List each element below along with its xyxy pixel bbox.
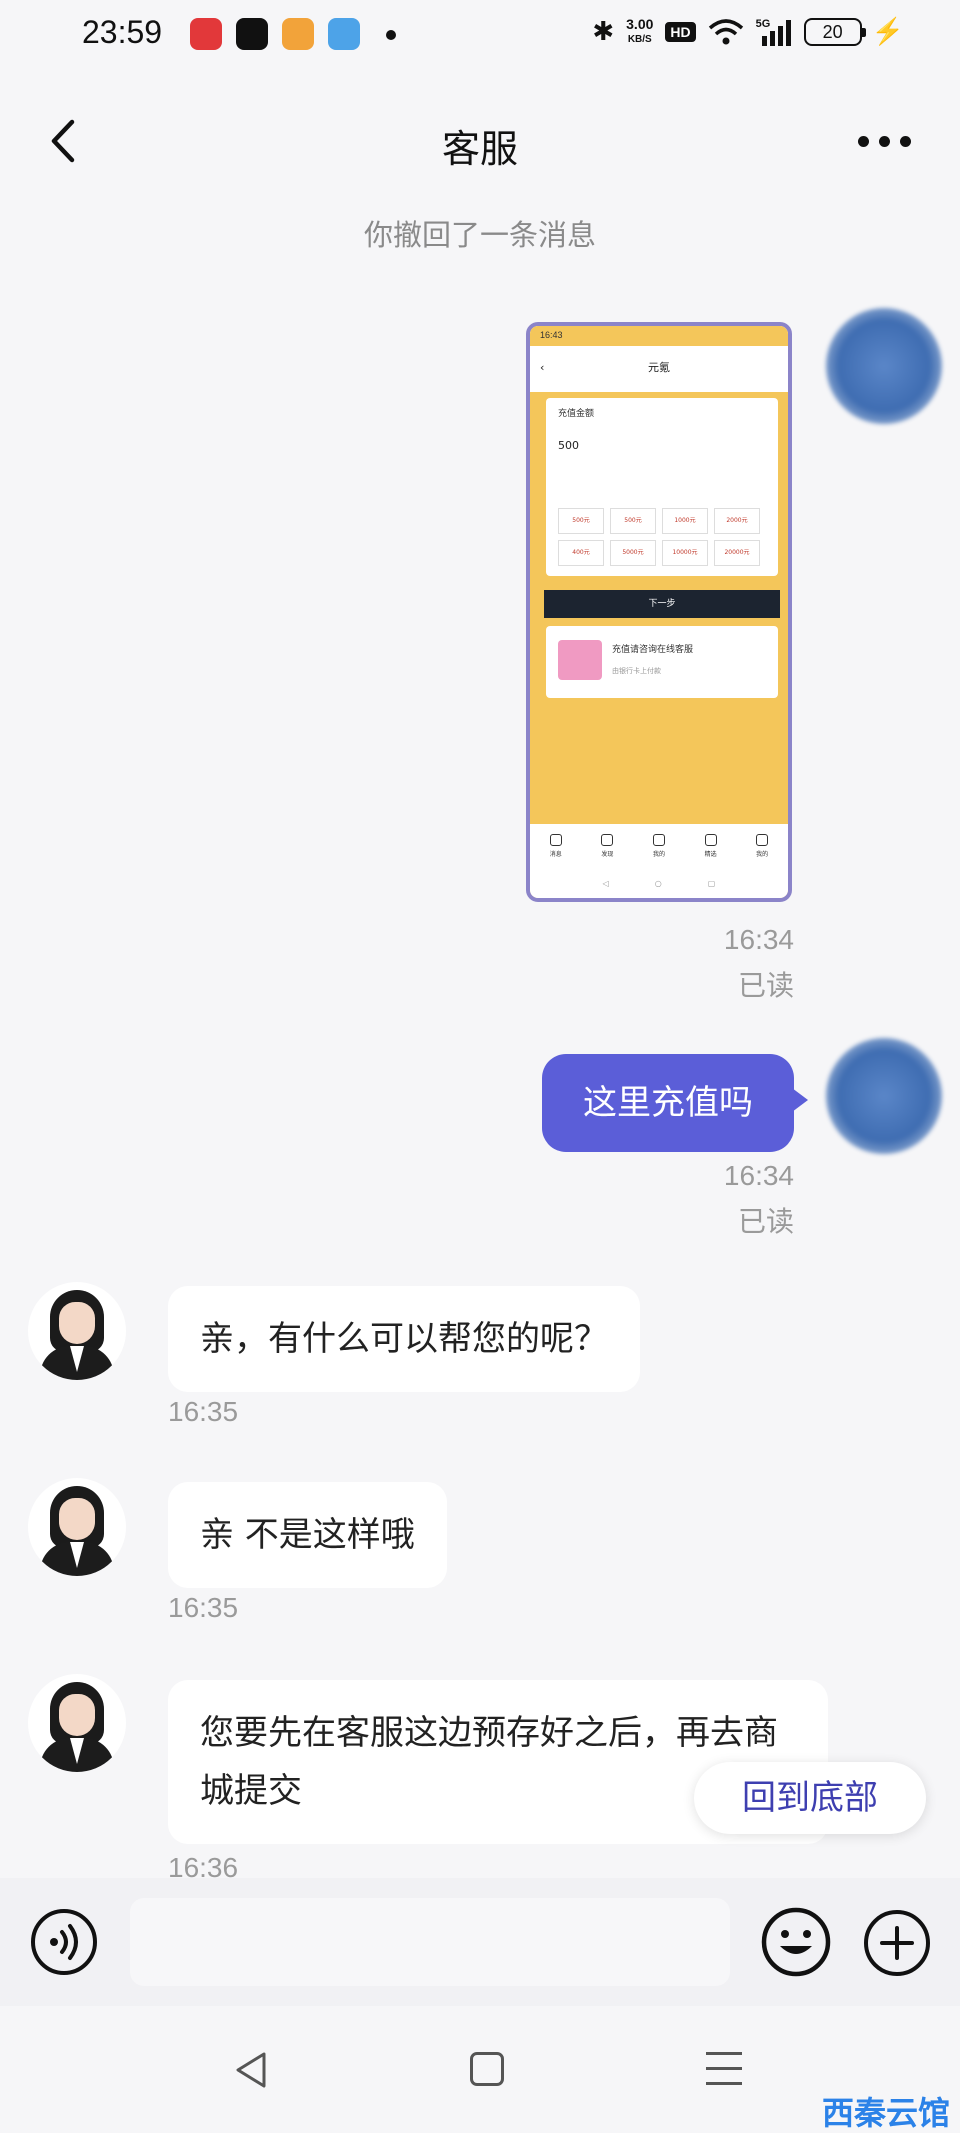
network-speed: 3.00 KB/S	[626, 15, 654, 45]
app-notification-icon	[190, 18, 222, 50]
agent-message-bubble[interactable]: 亲 不是这样哦	[168, 1482, 447, 1588]
input-bar	[0, 1878, 960, 2006]
agent-message-bubble[interactable]: 亲，有什么可以帮您的呢？	[168, 1286, 640, 1392]
nav-menu-icon[interactable]	[706, 2052, 742, 2086]
voice-icon[interactable]	[30, 1908, 98, 1976]
bluetooth-icon: ✱	[592, 16, 615, 46]
page-title: 客服	[441, 127, 518, 171]
status-indicators: ✱ 3.00 KB/S HD 5G 20 ⚡	[592, 16, 904, 47]
read-status: 已读	[737, 1206, 794, 1237]
system-nav-bar: 西秦云馆	[0, 2006, 960, 2133]
screenshot-recharge-card: 充值金额 500 500元 500元 1000元 2000元 400元 5000…	[546, 398, 778, 576]
plus-icon[interactable]	[862, 1908, 932, 1978]
tiktok-notification-icon	[236, 18, 268, 50]
agent-avatar[interactable]	[28, 1282, 126, 1380]
app-notification-icon	[328, 18, 360, 50]
wifi-icon	[708, 18, 743, 44]
screenshot-next-button: 下一步	[544, 590, 780, 618]
self-avatar[interactable]	[826, 1038, 942, 1154]
emoji-icon[interactable]	[760, 1906, 832, 1978]
cell-signal-icon: 5G	[756, 18, 792, 46]
nav-back-icon[interactable]	[232, 2050, 270, 2090]
chat-header: 客服	[0, 72, 960, 212]
screenshot-pay-card: 充值请咨询在线客服 由银行卡上付款	[546, 626, 778, 698]
self-message-bubble[interactable]: 这里充值吗	[542, 1054, 808, 1152]
battery-icon: 20	[803, 17, 866, 46]
recall-notice: 你撤回了一条消息	[363, 218, 596, 252]
app-notification-icon	[282, 18, 314, 50]
nav-home-icon[interactable]	[470, 2052, 504, 2086]
charging-icon: ⚡	[871, 16, 904, 46]
self-avatar[interactable]	[826, 308, 942, 424]
message-time: 16:34	[723, 1160, 794, 1191]
hd-badge: HD	[665, 21, 696, 42]
more-notifications-dot	[386, 30, 396, 40]
agent-avatar[interactable]	[28, 1674, 126, 1772]
scroll-to-bottom-button[interactable]: 回到底部	[694, 1762, 926, 1834]
message-time: 16:34	[723, 924, 794, 955]
message-time: 16:35	[168, 1592, 239, 1623]
message-input[interactable]	[130, 1898, 730, 1986]
image-message[interactable]: 16:43 ‹ 元氪 充值金额 500 500元 500元 1000元 2000…	[526, 322, 792, 902]
more-icon[interactable]	[858, 128, 912, 152]
chat-area[interactable]: 你撤回了一条消息 16:43 ‹ 元氪 充值金额 500 500元 500元 1…	[0, 212, 960, 1878]
status-bar: 23:59 ✱ 3.00 KB/S HD 5G 20 ⚡	[0, 0, 960, 72]
screenshot-tabbar: 消息 发现 我的 精选 我的	[530, 824, 788, 868]
message-time: 16:36	[168, 1852, 239, 1878]
agent-avatar[interactable]	[28, 1478, 126, 1576]
screenshot-back-icon: ‹	[540, 361, 545, 374]
message-time: 16:35	[168, 1396, 239, 1427]
status-time: 23:59	[82, 14, 163, 50]
read-status: 已读	[737, 970, 794, 1001]
watermark: 西秦云馆	[821, 2094, 950, 2132]
card-icon	[558, 640, 602, 680]
